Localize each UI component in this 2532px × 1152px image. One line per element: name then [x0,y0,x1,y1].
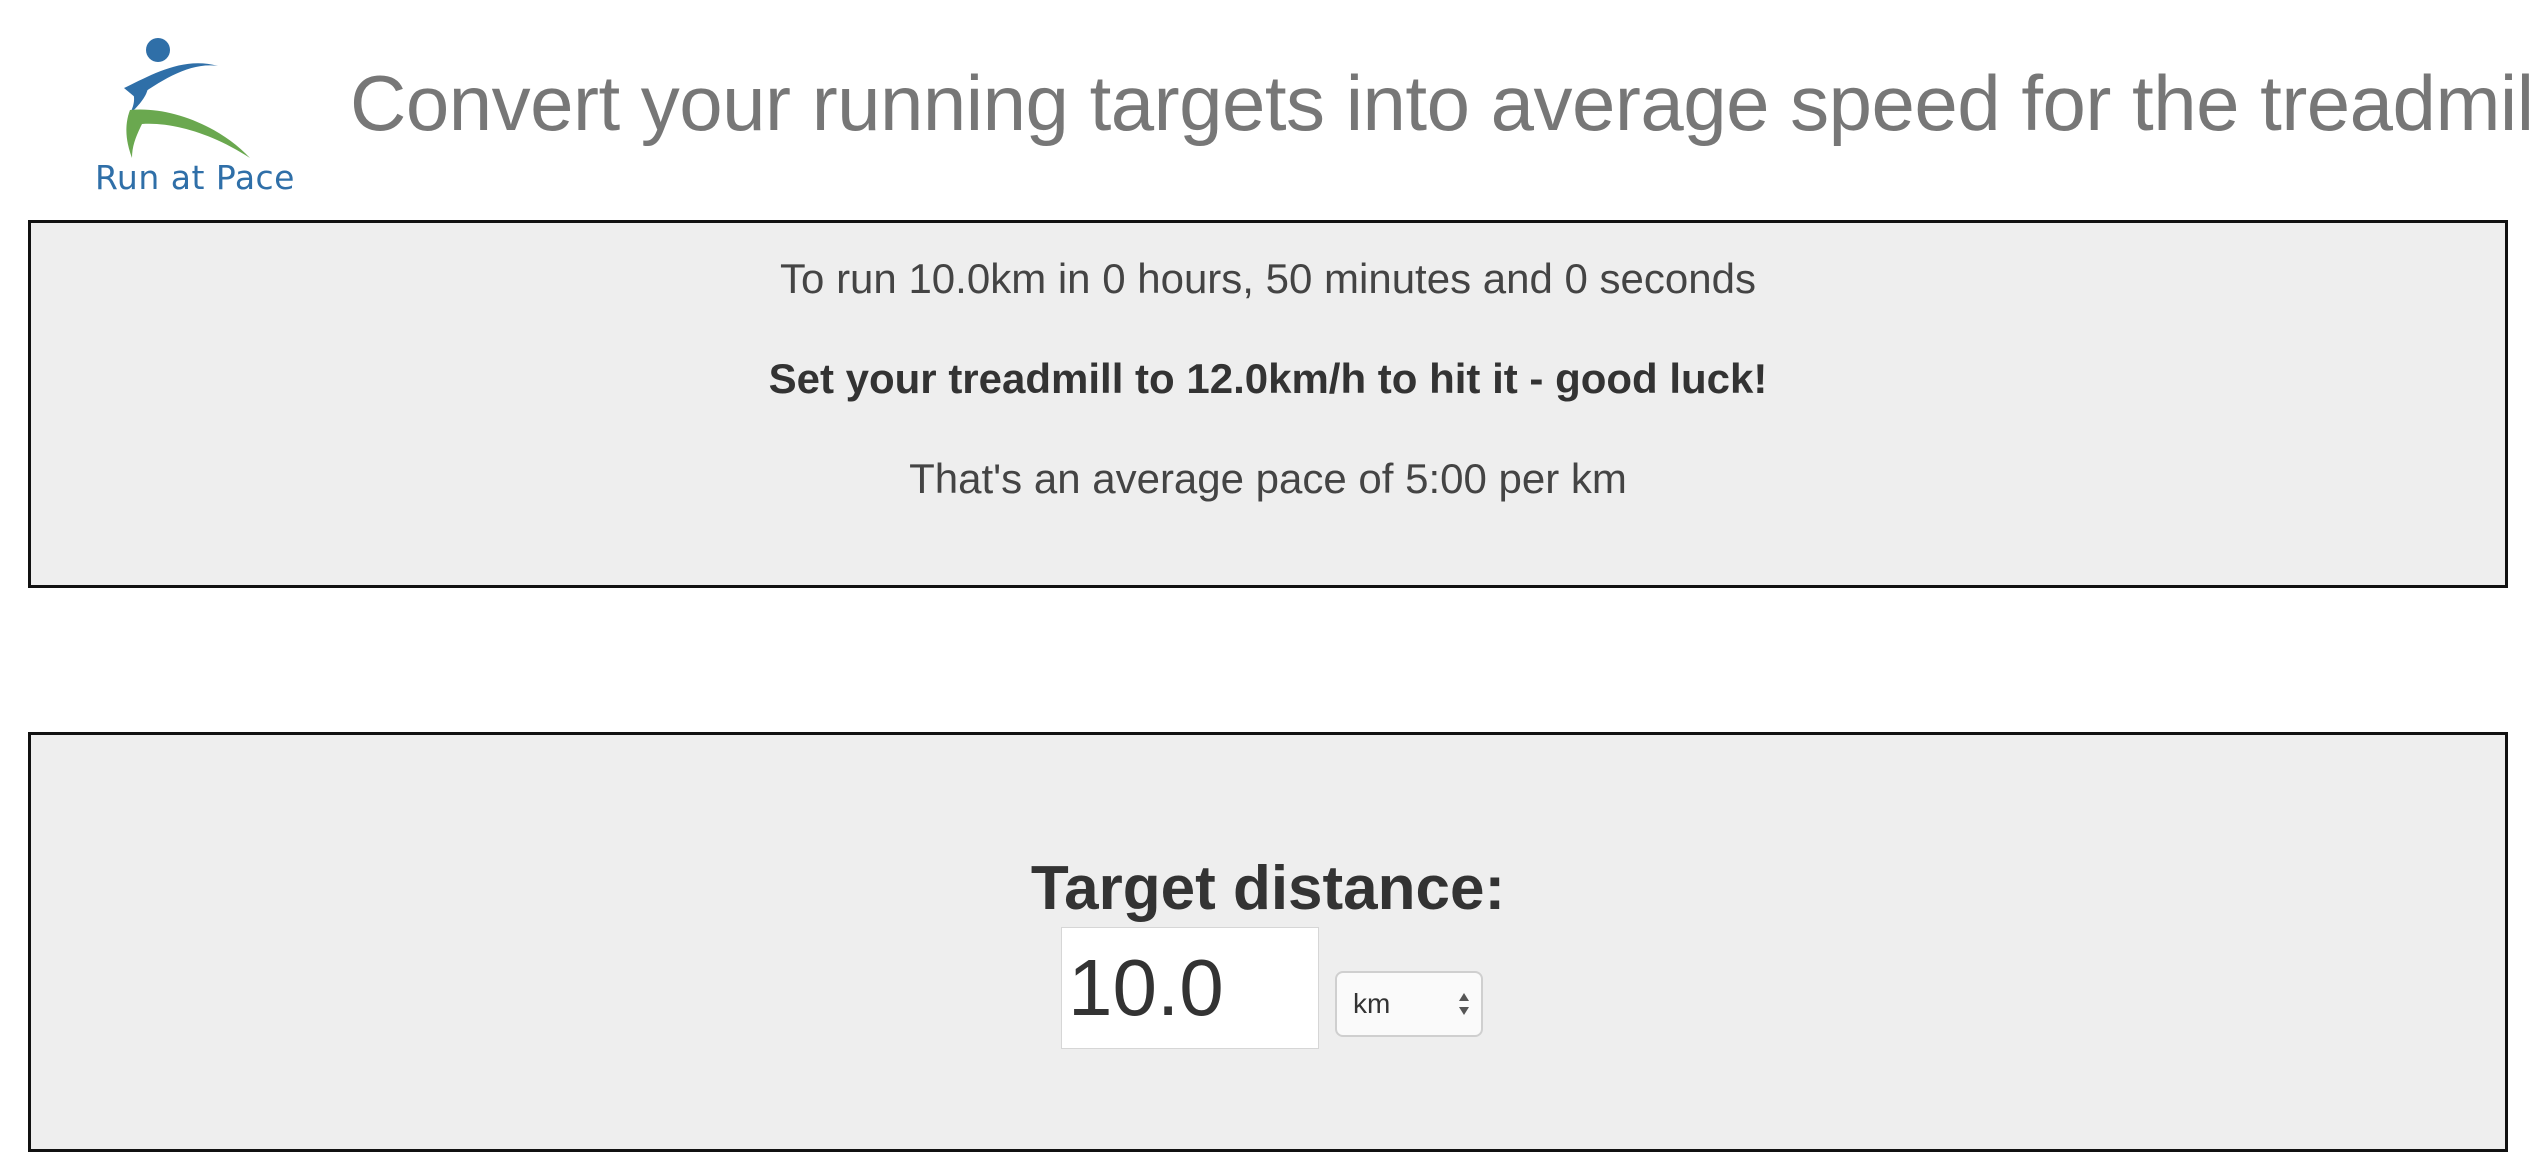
result-pace: That's an average pace of 5:00 per km [909,455,1627,502]
runner-logo-icon [124,38,250,158]
page-title: Convert your running targets into averag… [350,59,2532,147]
distance-input[interactable] [1061,927,1319,1049]
header: Run at Pace Convert your running targets… [0,0,2532,210]
result-speed-advice: Set your treadmill to 12.0km/h to hit it… [768,355,1768,402]
result-summary: To run 10.0km in 0 hours, 50 minutes and… [780,255,1756,302]
target-distance-label: Target distance: [1030,854,1506,923]
logo[interactable]: Run at Pace [90,36,300,206]
select-arrows-icon [1459,993,1469,1015]
unit-select-value: km [1353,988,1391,1019]
logo-text: Run at Pace [94,158,295,197]
result-panel: To run 10.0km in 0 hours, 50 minutes and… [28,220,2508,588]
unit-select[interactable]: km [1335,971,1483,1037]
input-panel: Target distance: km [28,732,2508,1152]
